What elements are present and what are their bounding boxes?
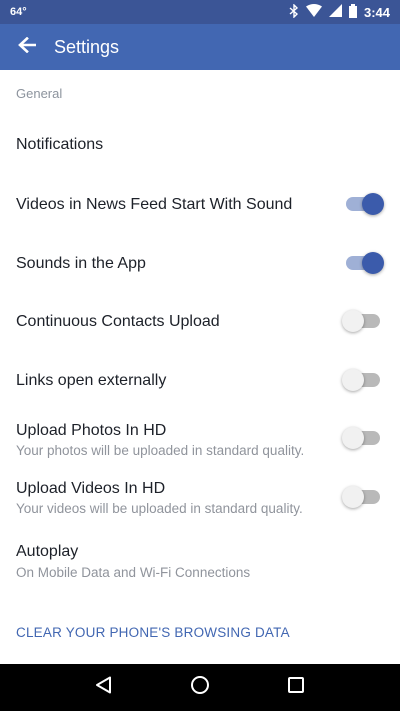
setting-subtitle: Your videos will be uploaded in standard… bbox=[16, 501, 303, 516]
square-recents-icon bbox=[288, 677, 304, 698]
setting-title: Links open externally bbox=[16, 372, 167, 389]
photos-hd-toggle[interactable] bbox=[342, 427, 382, 449]
setting-subtitle: On Mobile Data and Wi-Fi Connections bbox=[16, 565, 251, 580]
battery-icon bbox=[348, 3, 357, 21]
contacts-upload-toggle[interactable] bbox=[342, 310, 382, 332]
setting-links-external[interactable]: Links open externally bbox=[0, 354, 400, 406]
status-icons: 3:44 bbox=[289, 2, 390, 21]
bluetooth-icon bbox=[289, 2, 299, 21]
wifi-icon bbox=[305, 4, 322, 20]
status-time: 3:44 bbox=[363, 4, 390, 20]
toggle-knob bbox=[342, 486, 364, 508]
nav-recents-button[interactable] bbox=[276, 668, 316, 708]
toggle-knob bbox=[342, 310, 364, 332]
section-header-general: General bbox=[16, 86, 63, 101]
cell-signal-icon bbox=[328, 4, 342, 20]
toggle-knob bbox=[342, 369, 364, 391]
setting-title: Upload Photos In HD bbox=[16, 422, 167, 439]
setting-sounds-app[interactable]: Sounds in the App bbox=[0, 237, 400, 289]
toggle-knob bbox=[362, 193, 384, 215]
status-bar: 64° 3:44 bbox=[0, 0, 400, 24]
setting-title: Sounds in the App bbox=[16, 255, 146, 272]
links-external-toggle[interactable] bbox=[342, 369, 382, 391]
setting-videos-sound[interactable]: Videos in News Feed Start With Sound bbox=[0, 178, 400, 230]
status-temperature: 64° bbox=[10, 6, 27, 18]
triangle-back-icon bbox=[95, 676, 113, 699]
setting-title: Autoplay bbox=[16, 543, 79, 560]
toggle-knob bbox=[362, 252, 384, 274]
setting-subtitle: Your photos will be uploaded in standard… bbox=[16, 443, 305, 458]
page-title: Settings bbox=[54, 36, 120, 57]
sounds-app-toggle[interactable] bbox=[344, 252, 384, 274]
setting-autoplay[interactable]: Autoplay On Mobile Data and Wi-Fi Connec… bbox=[0, 534, 400, 586]
nav-home-button[interactable] bbox=[180, 668, 220, 708]
clear-browsing-data-link[interactable]: CLEAR YOUR PHONE'S BROWSING DATA bbox=[16, 625, 290, 640]
videos-sound-toggle[interactable] bbox=[344, 193, 384, 215]
setting-notifications[interactable]: Notifications bbox=[0, 120, 400, 172]
circle-home-icon bbox=[190, 675, 210, 700]
arrow-left-icon bbox=[18, 36, 37, 58]
toggle-knob bbox=[342, 427, 364, 449]
nav-back-button[interactable] bbox=[84, 668, 124, 708]
settings-list: General Notifications Videos in News Fee… bbox=[0, 70, 400, 664]
setting-title: Notifications bbox=[16, 136, 104, 153]
setting-title: Upload Videos In HD bbox=[16, 480, 166, 497]
setting-title: Videos in News Feed Start With Sound bbox=[16, 196, 293, 213]
settings-screen: 64° 3:44 Settings General Notifications … bbox=[0, 0, 400, 711]
back-button[interactable] bbox=[0, 24, 54, 70]
app-bar: Settings bbox=[0, 24, 400, 70]
setting-videos-hd[interactable]: Upload Videos In HD Your videos will be … bbox=[0, 471, 400, 523]
system-nav-bar bbox=[0, 664, 400, 711]
setting-title: Continuous Contacts Upload bbox=[16, 313, 220, 330]
videos-hd-toggle[interactable] bbox=[342, 486, 382, 508]
setting-contacts-upload[interactable]: Continuous Contacts Upload bbox=[0, 295, 400, 347]
setting-photos-hd[interactable]: Upload Photos In HD Your photos will be … bbox=[0, 412, 400, 464]
